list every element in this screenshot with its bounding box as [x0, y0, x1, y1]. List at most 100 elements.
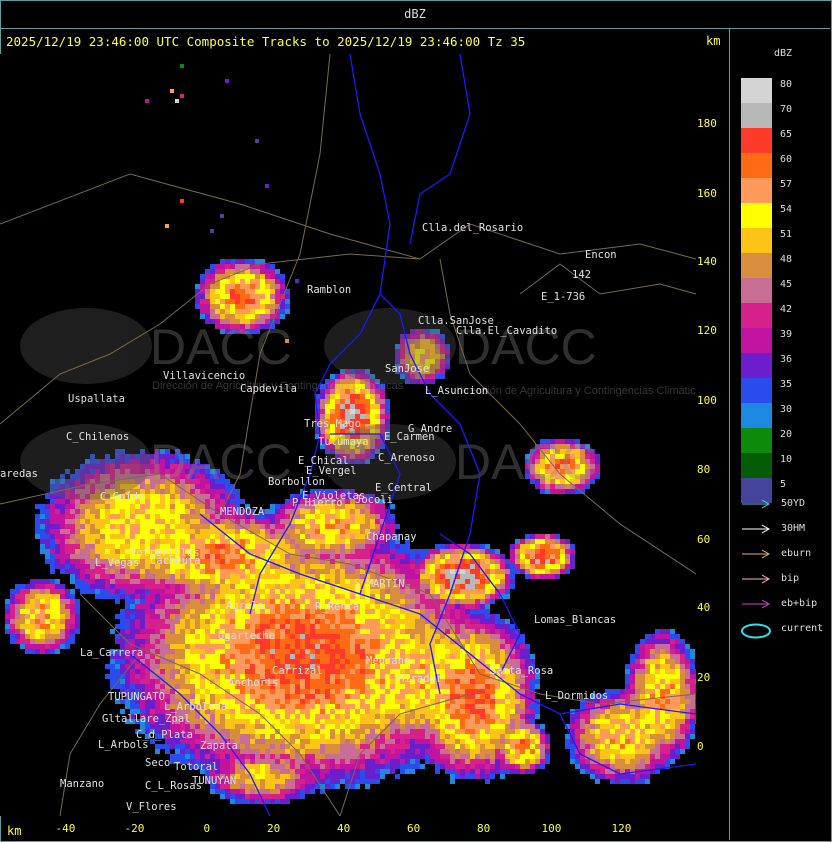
- legend-swatch: [741, 428, 772, 453]
- city-label: Manzano: [60, 778, 104, 790]
- x-tick-label: 120: [611, 822, 632, 835]
- legend-track: bip: [740, 573, 799, 588]
- city-label: V_Flores: [126, 801, 177, 813]
- x-tick-label: 20: [267, 822, 281, 835]
- city-label: TUPUNGATO: [108, 691, 165, 703]
- watermark-text-4: DACC: [455, 434, 597, 490]
- city-label: E_Central: [375, 482, 432, 494]
- legend-swatch: [741, 253, 772, 278]
- city-label: Clla.del_Rosario: [422, 222, 523, 234]
- city-label: C_Arenoso: [378, 452, 435, 464]
- city-label: L_Dormidos: [545, 690, 608, 702]
- legend-swatch-label: 51: [780, 229, 793, 240]
- legend-swatch-label: 48: [780, 254, 793, 265]
- arrow-icon: [742, 574, 771, 584]
- legend-swatch: [741, 78, 772, 103]
- city-label: Clla.El_Cavadito: [456, 325, 557, 337]
- x-tick-label: 80: [477, 822, 491, 835]
- ellipse-icon: [741, 623, 771, 639]
- arrow-icon: [742, 549, 771, 559]
- city-label: C_Guido: [100, 491, 144, 503]
- x-tick-label: -40: [55, 822, 76, 835]
- legend-swatch: [741, 403, 772, 428]
- legend-track-label: 30HM: [781, 523, 806, 534]
- legend-swatch: [741, 103, 772, 128]
- legend-track: eburn: [740, 548, 811, 563]
- y-tick-label: 0: [697, 740, 704, 753]
- y-tick-label: 180: [697, 117, 717, 130]
- city-label: Medrano: [366, 655, 410, 667]
- city-label: Chapanay: [366, 531, 417, 543]
- legend-swatch-label: 5: [780, 479, 787, 490]
- legend-swatch: [741, 228, 772, 253]
- city-label: E_1-736: [541, 291, 585, 303]
- legend-swatch: [741, 453, 772, 478]
- city-label: Tres_Mago: [304, 418, 361, 430]
- city-label: Cacheuta: [150, 555, 201, 567]
- city-label: S_MARTIN: [354, 578, 405, 590]
- x-tick-label: 100: [541, 822, 562, 835]
- city-label: Ugarteche: [218, 630, 275, 642]
- city-label: aredas: [0, 468, 38, 480]
- arrow-icon: [742, 524, 771, 534]
- city-label: G_Andre: [408, 423, 452, 435]
- legend-swatch-label: 35: [780, 379, 793, 390]
- legend-swatch: [741, 278, 772, 303]
- city-label: La_Carrera: [80, 647, 143, 659]
- city-label: Uspallata: [68, 393, 125, 405]
- city-label: MENDOZA: [220, 506, 265, 518]
- legend-swatch: [741, 353, 772, 378]
- map-overlay: DACC DACC DACC DACC Dirección de Agricul…: [0, 54, 696, 816]
- legend-track-label: bip: [781, 573, 800, 584]
- y-tick-label: 80: [697, 463, 711, 476]
- city-label: P_Hierro: [292, 497, 343, 509]
- watermark-logo-3: DACC: [20, 424, 292, 500]
- legend-swatch-label: 70: [780, 104, 793, 115]
- legend-swatch-label: 45: [780, 279, 793, 290]
- radar-map[interactable]: DACC DACC DACC DACC Dirección de Agricul…: [0, 54, 696, 816]
- y-tick-label: 40: [697, 601, 711, 614]
- legend-swatch: [741, 128, 772, 153]
- city-label: C_L_Rosas: [145, 780, 202, 792]
- city-label: Mirador: [398, 673, 442, 685]
- watermark-subtitle-2: Dirección de Agricultura y Contingencias…: [456, 385, 696, 397]
- city-label: Capdevila: [240, 383, 297, 395]
- y-tick-label: 100: [697, 394, 717, 407]
- legend-swatch-label: 60: [780, 154, 793, 165]
- city-label: Encon: [585, 249, 617, 261]
- x-tick-label: -20: [124, 822, 145, 835]
- legend-swatch: [741, 378, 772, 403]
- city-label: Carrizal: [272, 665, 323, 677]
- legend-swatch-label: 30: [780, 404, 793, 415]
- city-label: Villavicencio: [163, 370, 245, 382]
- legend-swatch-label: 54: [780, 204, 793, 215]
- city-label: L_Asuncion: [425, 385, 488, 397]
- city-label: Seco: [145, 757, 170, 769]
- city-label: Anchoris: [228, 677, 279, 689]
- city-label: Ramblon: [307, 284, 351, 296]
- x-tick-label: 0: [203, 822, 211, 835]
- header-title: dBZ: [0, 0, 830, 29]
- city-label: Borbollon: [268, 476, 325, 488]
- city-label: C_Chilenos: [66, 431, 129, 443]
- city-label: Gltallare_Zpal: [102, 713, 191, 725]
- arrow-icon: [742, 599, 771, 609]
- legend-track: 30HM: [740, 523, 805, 538]
- legend-swatch-label: 20: [780, 429, 793, 440]
- x-tick-label: 60: [407, 822, 421, 835]
- legend-swatch: [741, 153, 772, 178]
- y-tick-label: 60: [697, 533, 711, 546]
- watermark-logo-1: DACC: [20, 308, 292, 384]
- city-label: Jocoli: [355, 494, 393, 506]
- legend-track-label: eb+bip: [781, 598, 818, 609]
- city-label: L_Arboleda: [164, 701, 227, 713]
- city-label: Zapata: [200, 740, 238, 752]
- legend-swatch-label: 36: [780, 354, 793, 365]
- arrow-icon: [742, 499, 771, 509]
- y-tick-label: 20: [697, 671, 711, 684]
- legend-swatch: [741, 203, 772, 228]
- legend-swatch-label: 10: [780, 454, 793, 465]
- legend-track: eb+bip: [740, 598, 817, 613]
- city-label: Lomas_Blancas: [534, 614, 616, 626]
- city-label: L_Vegas: [95, 557, 139, 569]
